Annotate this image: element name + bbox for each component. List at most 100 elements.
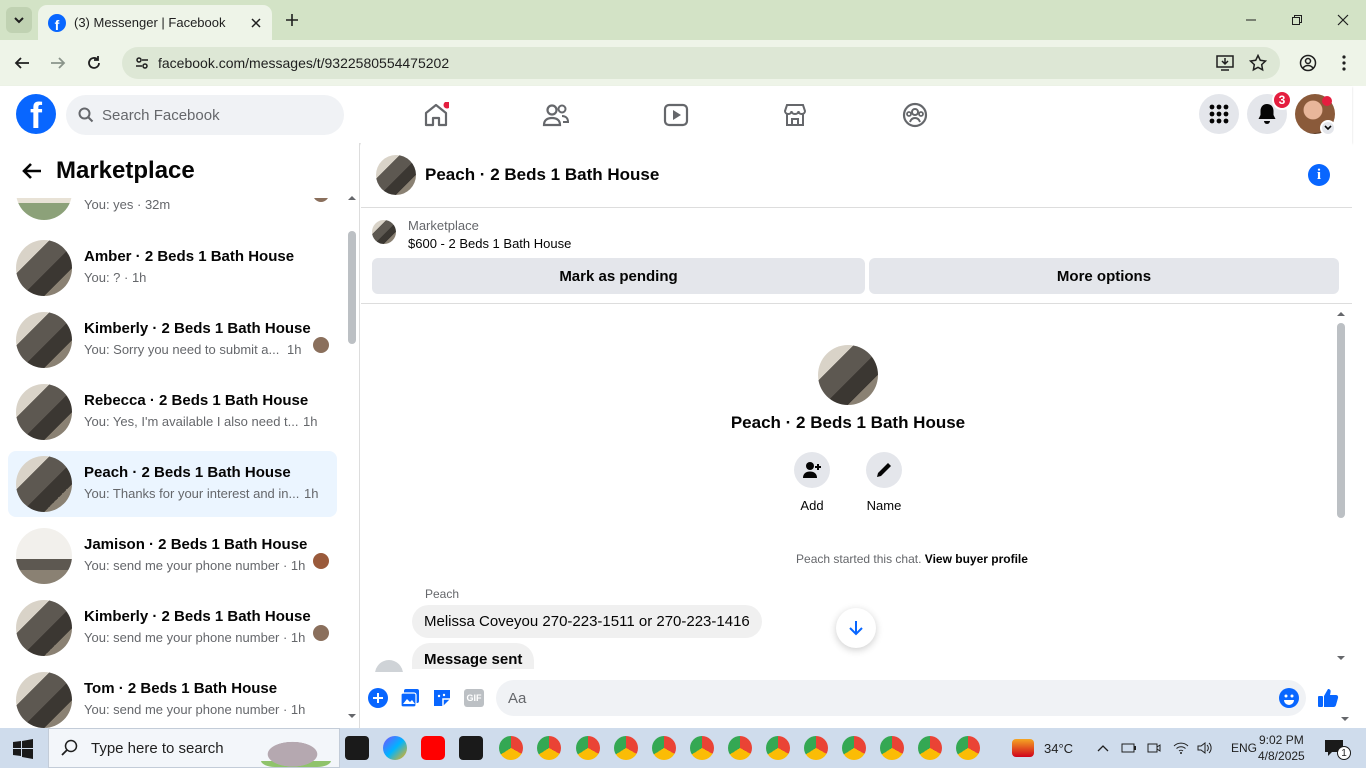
mark-as-pending-button[interactable]: Mark as pending <box>372 258 865 294</box>
message-bubble[interactable]: Melissa Coveyou 270-223-1511 or 270-223-… <box>412 605 762 638</box>
restore-icon[interactable] <box>1284 8 1310 32</box>
facebook-logo-icon[interactable]: f <box>16 94 56 134</box>
thumbs-up-icon[interactable] <box>1316 686 1340 710</box>
taskbar-chrome-icon[interactable] <box>804 736 828 760</box>
home-icon[interactable] <box>420 99 452 131</box>
windows-start-icon[interactable] <box>13 739 33 759</box>
taskbar-chrome-icon[interactable] <box>614 736 638 760</box>
taskbar-chrome-icon[interactable] <box>766 736 790 760</box>
taskbar-capcut-2-icon[interactable] <box>459 736 483 760</box>
more-options-button[interactable]: More options <box>869 258 1339 294</box>
volume-icon[interactable] <box>1197 741 1213 755</box>
sticker-icon[interactable] <box>430 686 454 710</box>
conversation-item[interactable]: Tom · 2 Beds 1 Bath House You: send me y… <box>8 667 337 728</box>
conversation-item[interactable]: Rebecca · 2 Beds 1 Bath House You: Yes, … <box>8 379 337 445</box>
minimize-icon[interactable] <box>1238 8 1264 32</box>
emoji-icon[interactable] <box>1277 686 1301 710</box>
chat-scroll-up-icon[interactable] <box>1335 309 1347 319</box>
account-chevron-icon[interactable] <box>1320 120 1336 136</box>
gif-icon[interactable]: GIF <box>462 686 486 710</box>
conversation-thumbnail <box>16 384 72 440</box>
wifi-icon[interactable] <box>1173 742 1189 754</box>
conversation-item[interactable]: Kimberly · 2 Beds 1 Bath House You: Sorr… <box>8 307 337 373</box>
tray-chevron-up-icon[interactable] <box>1097 744 1109 752</box>
video-icon[interactable] <box>660 99 692 131</box>
listing-price[interactable]: $600 - 2 Beds 1 Bath House <box>408 236 571 251</box>
taskbar-chrome-active-icon[interactable] <box>576 736 600 760</box>
window-close-icon[interactable] <box>1330 8 1356 32</box>
browser-tab[interactable]: f (3) Messenger | Facebook <box>38 5 272 40</box>
taskbar-chrome-icon[interactable] <box>690 736 714 760</box>
scroll-down-icon[interactable] <box>346 711 358 721</box>
composer-scroll-down-icon[interactable] <box>1339 714 1351 724</box>
weather-widget[interactable]: 34°C <box>1012 728 1073 768</box>
chat-avatar[interactable] <box>376 155 416 195</box>
language-indicator[interactable]: ENG <box>1231 741 1257 755</box>
friends-icon[interactable] <box>540 99 572 131</box>
info-icon[interactable]: i <box>1308 164 1330 186</box>
facebook-search[interactable] <box>66 95 344 135</box>
more-actions-plus-icon[interactable] <box>366 686 390 710</box>
conversation-sidebar: You: yes · 32m Marketplace Amber · 2 Bed… <box>0 143 360 728</box>
participant-avatar <box>313 625 329 641</box>
message-bubble[interactable]: Message sent <box>412 643 535 669</box>
chat-started-notice: Peach started this chat. View buyer prof… <box>361 552 1366 566</box>
site-info-icon[interactable] <box>134 55 150 71</box>
scroll-up-icon[interactable] <box>346 193 358 203</box>
marketplace-icon[interactable] <box>779 99 811 131</box>
add-people-button[interactable]: Add <box>784 452 840 513</box>
profile-icon[interactable] <box>1296 51 1320 75</box>
taskbar-chrome-icon[interactable] <box>880 736 904 760</box>
taskbar-search-input[interactable] <box>91 739 271 757</box>
weather-temp: 34°C <box>1044 740 1074 756</box>
name-label: Name <box>866 498 902 513</box>
conversation-item[interactable]: Jamison · 2 Beds 1 Bath House You: send … <box>8 523 337 589</box>
conversation-item-active[interactable]: Peach · 2 Beds 1 Bath House You: Thanks … <box>8 451 337 517</box>
back-arrow-icon[interactable] <box>20 159 44 183</box>
taskbar-search[interactable] <box>48 728 340 768</box>
message-input-box[interactable] <box>496 680 1306 716</box>
view-buyer-profile-link[interactable]: View buyer profile <box>925 552 1028 566</box>
battery-icon[interactable] <box>1121 743 1137 753</box>
conversation-item[interactable]: Amber · 2 Beds 1 Bath House You: ? · 1h <box>8 235 337 301</box>
chat-title[interactable]: Peach · 2 Beds 1 Bath House <box>425 165 659 185</box>
install-app-icon[interactable] <box>1213 51 1237 75</box>
taskbar-chrome-icon[interactable] <box>842 736 866 760</box>
bookmark-star-icon[interactable] <box>1246 51 1270 75</box>
tab-close-icon[interactable] <box>246 13 266 33</box>
attach-photo-icon[interactable] <box>398 686 422 710</box>
name-chat-button[interactable]: Name <box>856 452 912 513</box>
conversation-item[interactable]: Kimberly · 2 Beds 1 Bath House You: send… <box>8 595 337 661</box>
taskbar-chrome-icon[interactable] <box>918 736 942 760</box>
chat-scroll-thumb[interactable] <box>1337 323 1345 518</box>
listing-thumbnail[interactable] <box>372 220 396 244</box>
conversation-name: Kimberly · 2 Beds 1 Bath House <box>84 320 311 337</box>
taskbar-copilot-icon[interactable] <box>383 736 407 760</box>
taskbar-chrome-icon[interactable] <box>728 736 752 760</box>
scroll-to-bottom-button[interactable] <box>836 608 876 648</box>
forward-arrow-icon[interactable] <box>46 51 70 75</box>
meet-now-icon[interactable] <box>1147 741 1161 755</box>
chat-scroll-down-icon[interactable] <box>1335 653 1347 663</box>
notification-center-icon[interactable]: 1 <box>1324 728 1351 768</box>
notification-badge: 3 <box>1272 90 1292 110</box>
browser-menu-icon[interactable] <box>1332 51 1356 75</box>
taskbar-chrome-icon[interactable] <box>956 736 980 760</box>
taskbar-capcut-icon[interactable] <box>345 736 369 760</box>
taskbar-youtube-icon[interactable] <box>421 736 445 760</box>
back-arrow-icon[interactable] <box>10 51 34 75</box>
tab-search-dropdown-icon[interactable] <box>6 7 32 33</box>
message-input[interactable] <box>508 689 1258 707</box>
reload-icon[interactable] <box>82 51 106 75</box>
new-tab-icon[interactable] <box>282 10 302 30</box>
address-bar[interactable]: facebook.com/messages/t/9322580554475202 <box>122 47 1280 79</box>
taskbar-chrome-icon[interactable] <box>652 736 676 760</box>
clock[interactable]: 9:02 PM 4/8/2025 <box>1258 728 1305 768</box>
intro-title: Peach · 2 Beds 1 Bath House <box>730 413 966 432</box>
facebook-search-input[interactable] <box>102 106 322 124</box>
taskbar-chrome-icon[interactable] <box>499 736 523 760</box>
menu-grid-icon[interactable] <box>1199 94 1239 134</box>
groups-icon[interactable] <box>899 99 931 131</box>
taskbar-chrome-icon[interactable] <box>537 736 561 760</box>
sidebar-scroll-thumb[interactable] <box>348 231 356 344</box>
